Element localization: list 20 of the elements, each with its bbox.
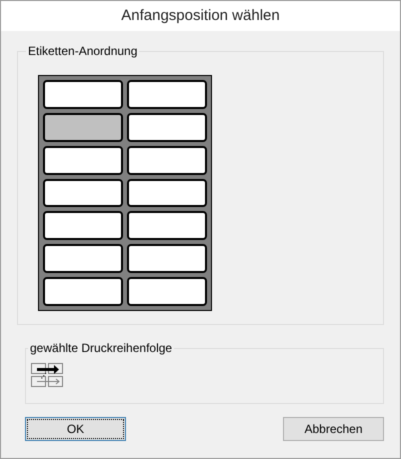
label-slot[interactable] — [127, 146, 207, 175]
label-slot[interactable] — [127, 244, 207, 274]
label-slot[interactable] — [43, 211, 123, 240]
ok-button[interactable]: OK — [25, 417, 126, 441]
label-slot[interactable] — [127, 178, 207, 208]
window-title: Anfangsposition wählen — [121, 6, 280, 26]
label-slot[interactable] — [43, 146, 123, 175]
group-title: gewählte Druckreihenfolge — [28, 340, 174, 356]
label-slot[interactable] — [43, 80, 123, 109]
print-order-icon — [31, 363, 63, 387]
label-slot[interactable] — [127, 277, 207, 306]
label-slot[interactable] — [43, 277, 123, 306]
label-slot[interactable] — [127, 80, 207, 109]
label-slot[interactable] — [127, 112, 207, 142]
label-slot[interactable] — [43, 112, 123, 142]
cancel-button[interactable]: Abbrechen — [283, 417, 384, 441]
group-title: Etiketten-Anordnung — [26, 43, 140, 59]
label-slot[interactable] — [43, 244, 123, 274]
label-slot[interactable] — [43, 178, 123, 208]
label-slot[interactable] — [127, 211, 207, 240]
